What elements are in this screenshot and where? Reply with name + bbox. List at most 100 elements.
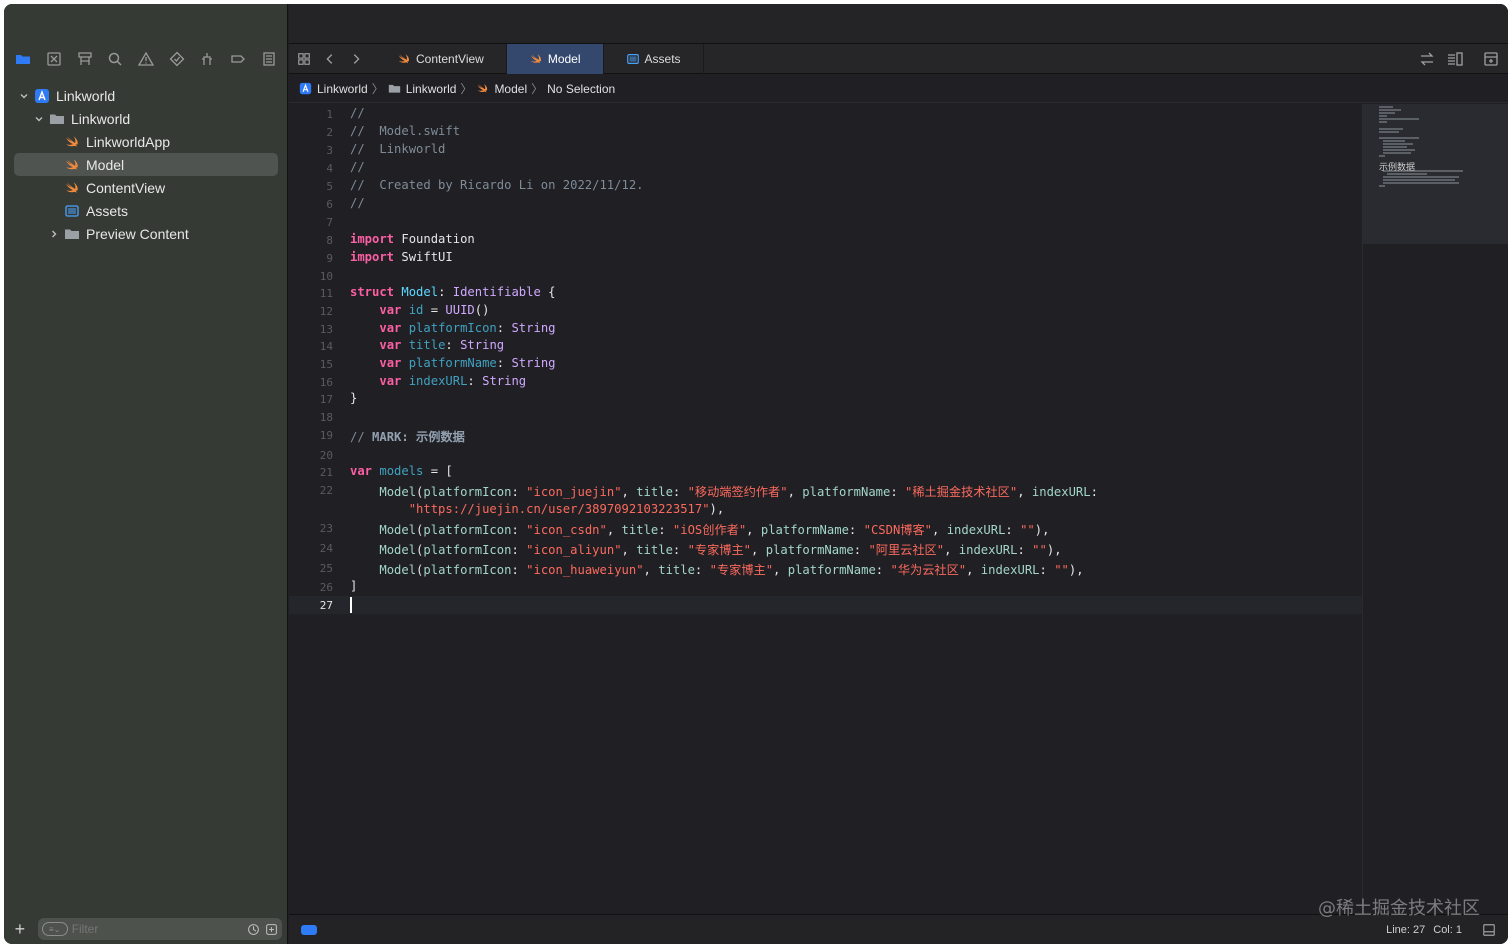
watermark: @稀土掘金技术社区: [1318, 898, 1480, 919]
tab-model[interactable]: Model: [506, 43, 604, 74]
code-line: struct Model: Identifiable {: [350, 285, 556, 299]
code-token: indexURL: [408, 374, 468, 388]
source-control-icon[interactable]: [45, 50, 63, 68]
code-token: :: [1039, 563, 1055, 577]
code-token: Model: [379, 563, 417, 577]
editor-options-icon[interactable]: [1446, 50, 1464, 68]
code-token: :: [890, 485, 906, 499]
breakpoint-icon[interactable]: [229, 50, 247, 68]
swap-icon[interactable]: [1418, 50, 1436, 68]
line-number: 2: [326, 126, 333, 139]
code-token: =: [423, 303, 446, 317]
code-token: platformIcon: [408, 321, 497, 335]
code-token: ),: [1046, 543, 1062, 557]
search-icon[interactable]: [106, 50, 124, 68]
text-caret: [350, 597, 352, 613]
line-number: 23: [319, 522, 333, 535]
code-line: // MARK: 示例数据: [350, 427, 465, 445]
code-token: platformIcon: [423, 563, 512, 577]
tree-item-linkworld[interactable]: Linkworld: [4, 107, 288, 130]
minimap[interactable]: 示例数据: [1362, 104, 1508, 914]
add-editor-icon[interactable]: [1482, 50, 1500, 68]
code-token: String: [482, 374, 527, 388]
tree-item-label: LinkworldApp: [86, 133, 171, 150]
code-token: ,: [606, 523, 622, 537]
code-token: "专家博主": [709, 563, 774, 577]
tree-item-assets[interactable]: Assets: [4, 199, 288, 222]
back-chevron-icon[interactable]: [319, 48, 341, 70]
code-token: "CSDN博客": [863, 523, 933, 537]
tree-item-linkworldapp[interactable]: LinkworldApp: [4, 130, 288, 153]
breadcrumb-item[interactable]: No Selection: [547, 82, 615, 96]
code-token: var: [379, 374, 402, 388]
code-token: indexURL: [1031, 485, 1091, 499]
tab-assets[interactable]: Assets: [604, 43, 704, 74]
breadcrumb-item[interactable]: Linkworld: [299, 82, 368, 96]
panel-toggle-icon[interactable]: [1482, 923, 1496, 937]
test-icon[interactable]: [168, 50, 186, 68]
line-number: 1: [326, 108, 333, 121]
chevron-down-icon[interactable]: [18, 90, 30, 102]
code-token: {: [540, 285, 556, 299]
warning-icon[interactable]: [137, 50, 155, 68]
tree-item-preview-content[interactable]: Preview Content: [4, 222, 288, 245]
tree-item-label: Preview Content: [86, 225, 189, 242]
minimap-visible-region[interactable]: [1363, 104, 1508, 244]
code-line: Model(platformIcon: "icon_aliyun", title…: [350, 540, 1062, 558]
code-editor[interactable]: 1 2 3 4 5 6 7 8 9 10 11 12 13 14 15 16 17 18 19 20 21 22 23 24 2…: [289, 104, 1362, 914]
debug-icon[interactable]: [198, 50, 216, 68]
code-token: :: [511, 485, 527, 499]
code-line: var id = UUID(): [350, 303, 489, 317]
minimap-line: [1387, 173, 1427, 175]
code-token: title: [621, 523, 659, 537]
tab-contentview[interactable]: ContentView: [375, 43, 507, 74]
filter-input[interactable]: [71, 922, 242, 936]
source-control-filter-icon[interactable]: [264, 922, 278, 936]
tree-item-contentview[interactable]: ContentView: [4, 176, 288, 199]
swift-icon: [64, 180, 80, 196]
breadcrumb-item[interactable]: Linkworld: [388, 82, 456, 96]
recent-files-icon[interactable]: [246, 922, 260, 936]
report-icon[interactable]: [260, 50, 278, 68]
code-token: :: [875, 563, 891, 577]
code-token: ,: [787, 485, 803, 499]
tree-item-linkworld[interactable]: Linkworld: [4, 84, 288, 107]
code-token: Identifiable: [452, 285, 541, 299]
tree-item-model[interactable]: Model: [14, 153, 278, 176]
code-token: :: [853, 543, 869, 557]
line-number-gutter: 1 2 3 4 5 6 7 8 9 10 11 12 13 14 15 16 17 18 19 20 21 22 23 24 2…: [289, 104, 337, 914]
forward-chevron-icon[interactable]: [345, 48, 367, 70]
add-button[interactable]: +: [10, 919, 30, 940]
filter-box[interactable]: ≡⌄: [37, 918, 282, 940]
chevron-right-icon[interactable]: [48, 228, 60, 240]
line-number: 16: [319, 376, 333, 389]
line-indicator: Line: 27: [1386, 923, 1426, 936]
code-line: var indexURL: String: [350, 374, 526, 388]
code-token: ,: [621, 485, 637, 499]
code-line: Model(platformIcon: "icon_juejin", title…: [350, 482, 1098, 500]
assets-icon: [64, 203, 80, 219]
breadcrumb-label: Model: [494, 81, 528, 96]
code-token: MARK: 示例数据: [372, 430, 465, 444]
filter-options-icon[interactable]: ≡⌄: [41, 922, 68, 936]
symbol-icon[interactable]: [76, 50, 94, 68]
minimap-line: [1383, 182, 1459, 184]
folder-icon[interactable]: [14, 50, 32, 68]
line-number: 12: [319, 305, 333, 318]
breadcrumb-item[interactable]: Model: [476, 82, 527, 96]
tab-label: Assets: [644, 51, 681, 66]
code-line: //: [350, 196, 365, 210]
folder-icon: [388, 82, 401, 95]
debug-area-toggle[interactable]: [301, 924, 317, 935]
breadcrumb-label: No Selection: [547, 81, 616, 96]
minimap-line: [1383, 146, 1407, 148]
code-line: var platformName: String: [350, 356, 555, 370]
grid-icon[interactable]: [293, 48, 315, 70]
code-token: platformIcon: [423, 523, 512, 537]
code-token: "icon_csdn": [526, 523, 607, 537]
minimap-line: [1379, 155, 1385, 157]
code-token: String: [460, 338, 505, 352]
chevron-down-icon[interactable]: [33, 113, 45, 125]
